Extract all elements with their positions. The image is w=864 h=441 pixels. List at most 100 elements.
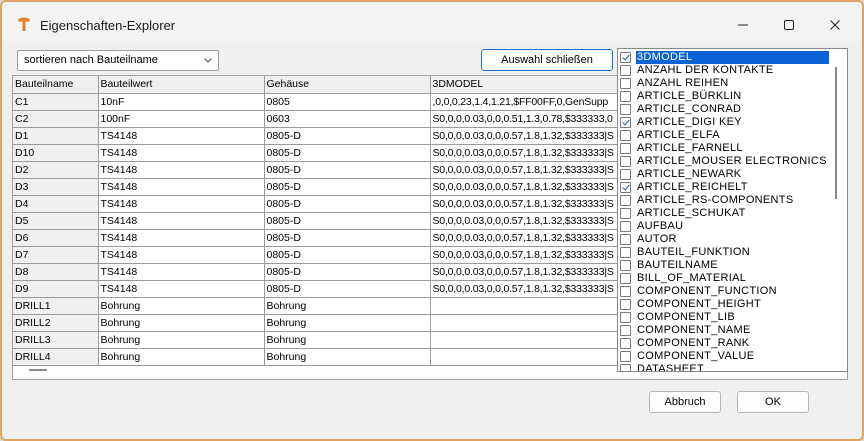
table-cell[interactable]: S0,0,0,0.03,0,0,0.51,1.3,0.78,$333333,0 — [430, 110, 631, 128]
checkbox-unchecked[interactable] — [620, 195, 631, 206]
checkbox-unchecked[interactable] — [620, 312, 631, 323]
checkbox-unchecked[interactable] — [620, 143, 631, 154]
checkbox-unchecked[interactable] — [620, 65, 631, 76]
property-list-item[interactable]: ANZAHL DER KONTAKTE — [620, 64, 832, 77]
table-row[interactable]: D10 TS4148 0805-D S0,0,0,0.03,0,0,0.57,1.8,… — [13, 144, 631, 162]
table-cell[interactable]: 0805-D — [264, 280, 431, 298]
property-list-item[interactable]: COMPONENT_FUNCTION — [620, 285, 832, 298]
checkbox-unchecked[interactable] — [620, 104, 631, 115]
checkbox-unchecked[interactable] — [620, 260, 631, 271]
property-list-item[interactable]: BAUTEILNAME — [620, 259, 832, 272]
row-header-cell[interactable]: D9 — [13, 280, 99, 298]
table-cell[interactable]: 0805-D — [264, 263, 431, 281]
table-cell[interactable]: 10nF — [98, 93, 265, 111]
checkbox-unchecked[interactable] — [620, 130, 631, 141]
row-header-cell[interactable]: DRILL2 — [13, 314, 99, 332]
column-header[interactable]: Bauteilwert — [98, 76, 265, 94]
table-cell[interactable]: 0603 — [264, 110, 431, 128]
table-row[interactable]: D3 TS4148 0805-D S0,0,0,0.03,0,0,0.57,1.8,1… — [13, 178, 631, 196]
property-list-item[interactable]: ARTICLE_DIGI KEY — [620, 116, 832, 129]
table-row[interactable]: D4 TS4148 0805-D S0,0,0,0.03,0,0,0.57,1.8,1… — [13, 195, 631, 213]
property-list-item[interactable]: BAUTEIL_FUNKTION — [620, 246, 832, 259]
checkbox-checked[interactable] — [620, 182, 631, 193]
property-list-item[interactable]: COMPONENT_HEIGHT — [620, 298, 832, 311]
table-cell[interactable]: S0,0,0,0.03,0,0,0.57,1.8,1.32,$333333|S — [430, 178, 631, 196]
checkbox-unchecked[interactable] — [620, 234, 631, 245]
title-bar[interactable]: Eigenschaften-Explorer — [2, 2, 862, 42]
column-header[interactable]: Bauteilname — [13, 76, 99, 94]
table-cell[interactable]: 0805-D — [264, 161, 431, 179]
checkbox-unchecked[interactable] — [620, 273, 631, 284]
column-header[interactable]: 3DMODEL — [430, 76, 631, 94]
checkbox-checked[interactable] — [620, 117, 631, 128]
row-header-cell[interactable]: D3 — [13, 178, 99, 196]
property-list-item[interactable]: ARTICLE_BÜRKLIN — [620, 90, 832, 103]
table-cell[interactable]: S0,0,0,0.03,0,0,0.57,1.8,1.32,$333333|S — [430, 229, 631, 247]
table-cell[interactable]: S0,0,0,0.03,0,0,0.57,1.8,1.32,$333333|S — [430, 195, 631, 213]
table-cell[interactable]: Bohrung — [264, 314, 431, 332]
row-header-cell[interactable]: D5 — [13, 212, 99, 230]
property-list-item[interactable]: ARTICLE_RS-COMPONENTS — [620, 194, 832, 207]
table-cell[interactable]: TS4148 — [98, 280, 265, 298]
table-row[interactable]: D5 TS4148 0805-D S0,0,0,0.03,0,0,0.57,1.8,1… — [13, 212, 631, 230]
property-list-item[interactable]: ARTICLE_CONRAD — [620, 103, 832, 116]
checkbox-unchecked[interactable] — [620, 156, 631, 167]
table-cell[interactable]: S0,0,0,0.03,0,0,0.57,1.8,1.32,$333333|S — [430, 263, 631, 281]
table-cell[interactable]: 0805-D — [264, 178, 431, 196]
row-header-cell[interactable]: D6 — [13, 229, 99, 247]
table-cell[interactable]: S0,0,0,0.03,0,0,0.57,1.8,1.32,$333333|S — [430, 280, 631, 298]
table-row[interactable]: D6 TS4148 0805-D S0,0,0,0.03,0,0,0.57,1.8,1… — [13, 229, 631, 247]
table-cell[interactable]: ,0,0,0.23,1.4,1.21,$FF00FF,0,GenSupp — [430, 93, 631, 111]
property-selection-list[interactable]: 3DMODEL ANZAHL DER KONTAKTE ANZAHL REIHEN A… — [617, 48, 848, 372]
checkbox-unchecked[interactable] — [620, 325, 631, 336]
property-list-item[interactable]: COMPONENT_RANK — [620, 337, 832, 350]
property-list-item[interactable]: ARTICLE_NEWARK — [620, 168, 832, 181]
table-cell[interactable] — [430, 297, 631, 315]
table-cell[interactable] — [430, 331, 631, 349]
row-header-cell[interactable]: DRILL4 — [13, 348, 99, 366]
table-cell[interactable]: S0,0,0,0.03,0,0,0.57,1.8,1.32,$333333|S — [430, 127, 631, 145]
table-row[interactable]: D2 TS4148 0805-D S0,0,0,0.03,0,0,0.57,1.8,1… — [13, 161, 631, 179]
table-cell[interactable]: Bohrung — [264, 348, 431, 366]
vertical-scrollbar-thumb[interactable] — [835, 67, 837, 199]
checkbox-unchecked[interactable] — [620, 247, 631, 258]
checkbox-unchecked[interactable] — [620, 286, 631, 297]
table-cell[interactable]: 0805-D — [264, 229, 431, 247]
table-cell[interactable]: Bohrung — [98, 297, 265, 315]
property-list-item[interactable]: BILL_OF_MATERIAL — [620, 272, 832, 285]
ok-button[interactable]: OK — [737, 391, 809, 413]
table-cell[interactable]: TS4148 — [98, 212, 265, 230]
table-cell[interactable]: 0805-D — [264, 212, 431, 230]
property-list-item[interactable]: ARTICLE_FARNELL — [620, 142, 832, 155]
checkbox-unchecked[interactable] — [620, 351, 631, 362]
table-cell[interactable]: TS4148 — [98, 161, 265, 179]
row-header-cell[interactable]: D10 — [13, 144, 99, 162]
row-header-cell[interactable]: DRILL3 — [13, 331, 99, 349]
checkbox-checked[interactable] — [620, 52, 631, 63]
checkbox-unchecked[interactable] — [620, 169, 631, 180]
table-cell[interactable]: TS4148 — [98, 127, 265, 145]
close-button[interactable] — [812, 10, 858, 40]
table-row[interactable]: C2 100nF 0603 S0,0,0,0.03,0,0,0.51,1.3,0.78… — [13, 110, 631, 128]
cancel-button[interactable]: Abbruch — [649, 391, 721, 413]
table-cell[interactable]: 0805-D — [264, 195, 431, 213]
property-list-item[interactable]: ARTICLE_ELFA — [620, 129, 832, 142]
table-row[interactable]: DRILL3 Bohrung Bohrung — [13, 331, 631, 349]
table-cell[interactable]: Bohrung — [98, 331, 265, 349]
table-cell[interactable]: Bohrung — [264, 297, 431, 315]
checkbox-unchecked[interactable] — [620, 221, 631, 232]
table-row[interactable]: D7 TS4148 0805-D S0,0,0,0.03,0,0,0.57,1.8,1… — [13, 246, 631, 264]
table-cell[interactable]: 0805-D — [264, 246, 431, 264]
row-header-cell[interactable]: D7 — [13, 246, 99, 264]
checkbox-unchecked[interactable] — [620, 299, 631, 310]
table-cell[interactable]: Bohrung — [98, 348, 265, 366]
minimize-button[interactable] — [720, 10, 766, 40]
property-list-item[interactable]: AUFBAU — [620, 220, 832, 233]
property-list-item[interactable]: 3DMODEL — [620, 51, 832, 64]
table-cell[interactable]: TS4148 — [98, 144, 265, 162]
property-list-item[interactable]: COMPONENT_NAME — [620, 324, 832, 337]
table-cell[interactable]: 0805-D — [264, 127, 431, 145]
table-cell[interactable] — [430, 348, 631, 366]
table-cell[interactable]: Bohrung — [98, 314, 265, 332]
checkbox-unchecked[interactable] — [620, 364, 631, 371]
